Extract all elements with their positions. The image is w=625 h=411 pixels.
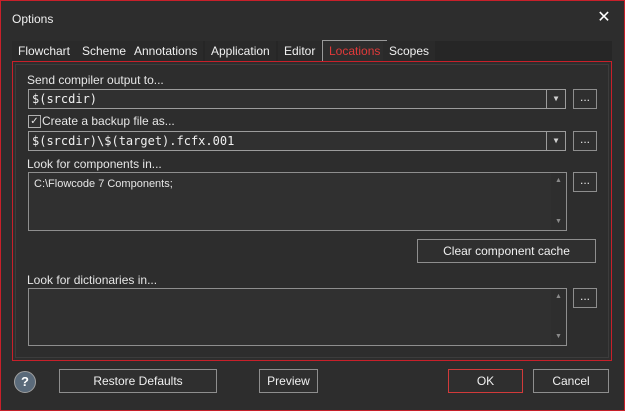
- dictionaries-scrollbar[interactable]: ▲ ▼: [551, 289, 566, 345]
- ok-button[interactable]: OK: [448, 369, 523, 393]
- compiler-output-value: $(srcdir): [32, 92, 98, 106]
- scroll-up-icon[interactable]: ▲: [551, 291, 566, 303]
- help-icon[interactable]: ?: [14, 371, 36, 393]
- compiler-output-combo[interactable]: $(srcdir) ▼: [28, 89, 566, 109]
- title-bar: Options ✕: [1, 1, 624, 37]
- scroll-up-icon[interactable]: ▲: [551, 175, 566, 187]
- compiler-output-browse-button[interactable]: ...: [573, 89, 597, 109]
- backup-file-combo[interactable]: $(srcdir)\$(target).fcfx.001 ▼: [28, 131, 566, 151]
- backup-file-value: $(srcdir)\$(target).fcfx.001: [32, 134, 235, 148]
- scroll-down-icon[interactable]: ▼: [551, 331, 566, 343]
- tab-application[interactable]: Application: [205, 41, 276, 61]
- tab-scopes[interactable]: Scopes: [383, 41, 436, 61]
- tab-editor[interactable]: Editor: [278, 41, 322, 61]
- backup-checkbox[interactable]: ✓: [28, 115, 41, 128]
- chevron-down-icon[interactable]: ▼: [546, 132, 565, 150]
- components-scrollbar[interactable]: ▲ ▼: [551, 173, 566, 230]
- locations-panel: Send compiler output to... $(srcdir) ▼ .…: [12, 61, 612, 361]
- restore-defaults-button[interactable]: Restore Defaults: [59, 369, 217, 393]
- window-title: Options: [12, 12, 54, 26]
- components-browse-button[interactable]: ...: [573, 172, 597, 192]
- close-icon[interactable]: ✕: [595, 9, 613, 27]
- compiler-output-label: Send compiler output to...: [27, 73, 164, 87]
- tab-annotations[interactable]: Annotations: [128, 41, 204, 61]
- dictionaries-browse-button[interactable]: ...: [573, 288, 597, 308]
- tab-flowchart[interactable]: Flowchart: [12, 41, 77, 61]
- components-label: Look for components in...: [27, 157, 162, 171]
- components-field[interactable]: C:\Flowcode 7 Components; ▲ ▼: [28, 172, 567, 231]
- tab-locations[interactable]: Locations: [322, 40, 388, 62]
- dictionaries-label: Look for dictionaries in...: [27, 273, 158, 287]
- preview-button[interactable]: Preview: [259, 369, 318, 393]
- tab-bar: Flowchart Scheme Annotations Application…: [12, 40, 612, 62]
- backup-browse-button[interactable]: ...: [573, 131, 597, 151]
- components-value: C:\Flowcode 7 Components;: [34, 178, 173, 190]
- clear-component-cache-button[interactable]: Clear component cache: [417, 239, 596, 263]
- chevron-down-icon[interactable]: ▼: [546, 90, 565, 108]
- options-dialog: Options ✕ Flowchart Scheme Annotations A…: [0, 0, 625, 411]
- tab-scheme[interactable]: Scheme: [76, 41, 133, 61]
- backup-label: Create a backup file as...: [42, 114, 175, 128]
- scroll-down-icon[interactable]: ▼: [551, 216, 566, 228]
- cancel-button[interactable]: Cancel: [533, 369, 609, 393]
- dictionaries-field[interactable]: ▲ ▼: [28, 288, 567, 346]
